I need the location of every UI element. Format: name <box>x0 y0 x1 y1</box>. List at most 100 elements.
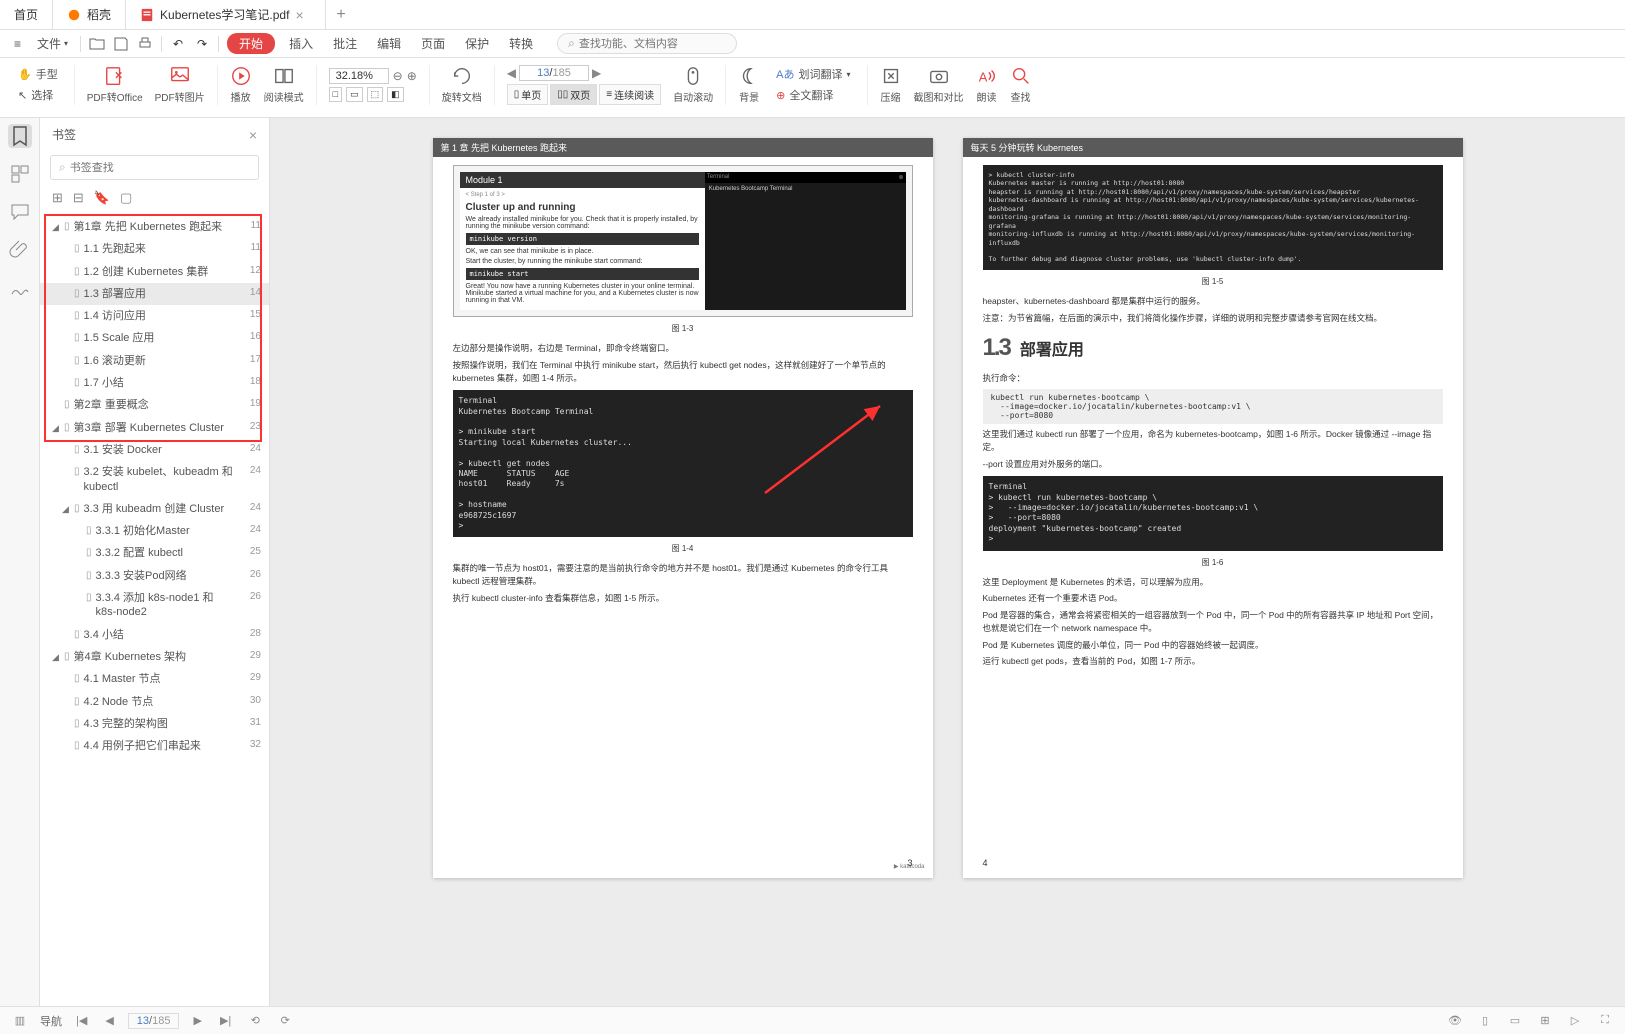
tab-home[interactable]: 首页 <box>0 0 53 29</box>
document-viewport[interactable]: 第 1 章 先把 Kubernetes 跑起来 Module 1 < Step … <box>270 118 1625 1006</box>
open-icon[interactable] <box>89 36 105 52</box>
screenshot-button[interactable]: 截图和对比 <box>910 65 968 104</box>
search-box[interactable]: ⌕ <box>557 33 737 54</box>
read-mode[interactable]: 阅读模式 <box>260 65 308 104</box>
fit-page-icon[interactable]: ▭ <box>346 87 363 102</box>
bookmark-item[interactable]: ▯3.3.4 添加 k8s-node1 和 k8s-node226 <box>40 587 269 624</box>
hand-tool[interactable]: ✋手型 <box>14 65 62 83</box>
comment-panel-icon[interactable] <box>8 200 32 224</box>
expand-toggle-icon[interactable]: ◢ <box>52 652 62 663</box>
bookmark-item[interactable]: ▯3.3.3 安装Pod网络26 <box>40 565 269 587</box>
back-icon[interactable]: ⟲ <box>245 1011 265 1031</box>
bookmark-item[interactable]: ◢▯第4章 Kubernetes 架构29 <box>40 646 269 668</box>
nav-label[interactable]: 导航 <box>40 1013 62 1029</box>
thumbnail-panel-icon[interactable] <box>8 162 32 186</box>
attachment-panel-icon[interactable] <box>8 238 32 262</box>
bookmark-item[interactable]: ▯1.5 Scale 应用16 <box>40 327 269 349</box>
bookmark-item[interactable]: ▯第2章 重要概念19 <box>40 394 269 416</box>
menu-page[interactable]: 页面 <box>415 33 451 54</box>
bookmark-item[interactable]: ▯1.4 访问应用15 <box>40 305 269 327</box>
page-indicator[interactable]: 13/185 <box>128 1013 180 1029</box>
bookmark-item[interactable]: ▯3.1 安装 Docker24 <box>40 439 269 461</box>
sidebar-toggle-icon[interactable]: ▥ <box>10 1011 30 1031</box>
full-translate[interactable]: ⊕全文翻译 <box>772 86 837 104</box>
bookmark-search-input[interactable] <box>70 162 250 174</box>
bookmark-item[interactable]: ▯1.6 滚动更新17 <box>40 350 269 372</box>
play-icon[interactable]: ▷ <box>1565 1011 1585 1031</box>
double-page-btn[interactable]: ▯▯ 双页 <box>550 84 597 105</box>
redo-icon[interactable]: ↷ <box>194 36 210 52</box>
menu-edit[interactable]: 编辑 <box>371 33 407 54</box>
fit-visible-icon[interactable]: ◧ <box>387 87 404 102</box>
undo-icon[interactable]: ↶ <box>170 36 186 52</box>
search-input[interactable] <box>579 38 726 50</box>
prev-page-icon[interactable]: ◀ <box>101 1014 117 1027</box>
bookmark-item[interactable]: ▯4.1 Master 节点29 <box>40 668 269 690</box>
bookmark-item[interactable]: ▯3.3.1 初始化Master24 <box>40 520 269 542</box>
bookmark-item[interactable]: ▯4.2 Node 节点30 <box>40 691 269 713</box>
bookmark-panel-icon[interactable] <box>8 124 32 148</box>
bookmark-item[interactable]: ▯3.3.2 配置 kubectl25 <box>40 542 269 564</box>
bookmark-search[interactable]: ⌕ <box>50 155 259 180</box>
bookmark-item[interactable]: ◢▯3.3 用 kubeadm 创建 Cluster24 <box>40 498 269 520</box>
bookmark-outline-icon[interactable]: ▢ <box>120 190 132 206</box>
bookmark-item[interactable]: ▯1.7 小结18 <box>40 372 269 394</box>
bookmark-item[interactable]: ▯4.3 完整的架构图31 <box>40 713 269 735</box>
expand-toggle-icon[interactable]: ◢ <box>52 222 62 233</box>
pdf-to-image[interactable]: PDF转图片 <box>151 65 209 104</box>
menu-annotate[interactable]: 批注 <box>327 33 363 54</box>
sidebar-close-icon[interactable]: × <box>249 127 257 143</box>
zoom-value[interactable]: 32.18% <box>329 68 389 84</box>
bg-button[interactable]: 背景 <box>734 65 764 104</box>
bookmark-item[interactable]: ◢▯第1章 先把 Kubernetes 跑起来11 <box>40 216 269 238</box>
fit-width-icon[interactable]: □ <box>329 87 342 102</box>
menu-protect[interactable]: 保护 <box>459 33 495 54</box>
word-translate[interactable]: Aあ划词翻译 ▾ <box>772 65 854 83</box>
pdf-to-office[interactable]: PDF转Office <box>83 65 147 104</box>
single-page-btn[interactable]: ▯ 单页 <box>507 84 549 105</box>
bookmark-item[interactable]: ▯3.4 小结28 <box>40 624 269 646</box>
page-input[interactable]: 13/185 <box>519 65 589 81</box>
expand-toggle-icon[interactable]: ◢ <box>62 504 72 515</box>
bookmark-item[interactable]: ▯1.1 先跑起来11 <box>40 238 269 260</box>
last-page-icon[interactable]: ▶| <box>216 1014 235 1027</box>
tab-docer[interactable]: 稻壳 <box>53 0 126 29</box>
menu-insert[interactable]: 插入 <box>283 33 319 54</box>
layout2-icon[interactable]: ▭ <box>1505 1011 1525 1031</box>
menu-icon[interactable]: ≡ <box>10 35 25 53</box>
actual-size-icon[interactable]: ⬚ <box>367 87 384 102</box>
expand-toggle-icon[interactable]: ◢ <box>52 423 62 434</box>
rotate-button[interactable]: 旋转文档 <box>438 65 486 104</box>
save-icon[interactable] <box>113 36 129 52</box>
prev-page-icon[interactable]: ◀ <box>507 66 516 80</box>
zoom-out-icon[interactable]: ⊖ <box>393 69 403 83</box>
read-aloud-button[interactable]: A 朗读 <box>972 65 1002 104</box>
layout1-icon[interactable]: ▯ <box>1475 1011 1495 1031</box>
select-tool[interactable]: ↖选择 <box>14 86 57 104</box>
next-page-icon[interactable]: ▶ <box>189 1014 205 1027</box>
expand-all-icon[interactable]: ⊞ <box>52 190 63 206</box>
add-bookmark-icon[interactable]: 🔖 <box>94 190 110 206</box>
bookmark-item[interactable]: ▯4.4 用例子把它们串起来32 <box>40 735 269 757</box>
file-menu[interactable]: 文件 ▾ <box>33 33 72 54</box>
eye-icon[interactable]: 👁 <box>1445 1011 1465 1031</box>
zoom-in-icon[interactable]: ⊕ <box>407 69 417 83</box>
menu-convert[interactable]: 转换 <box>503 33 539 54</box>
print-icon[interactable] <box>137 36 153 52</box>
find-button[interactable]: 查找 <box>1006 65 1036 104</box>
signature-panel-icon[interactable] <box>8 276 32 300</box>
close-icon[interactable]: × <box>295 7 303 23</box>
forward-icon[interactable]: ⟳ <box>275 1011 295 1031</box>
bookmark-item[interactable]: ▯3.2 安装 kubelet、kubeadm 和 kubectl24 <box>40 461 269 498</box>
bookmark-item[interactable]: ▯1.2 创建 Kubernetes 集群12 <box>40 261 269 283</box>
layout3-icon[interactable]: ⊞ <box>1535 1011 1555 1031</box>
next-page-icon[interactable]: ▶ <box>592 66 601 80</box>
tab-add-button[interactable]: + <box>326 0 356 29</box>
auto-scroll[interactable]: 自动滚动 <box>669 65 717 104</box>
continuous-btn[interactable]: ≡ 连续阅读 <box>599 84 661 105</box>
first-page-icon[interactable]: |◀ <box>72 1014 91 1027</box>
compress-button[interactable]: 压缩 <box>876 65 906 104</box>
bookmark-item[interactable]: ◢▯第3章 部署 Kubernetes Cluster23 <box>40 417 269 439</box>
fullscreen-icon[interactable]: ⛶ <box>1595 1011 1615 1031</box>
play-button[interactable]: 播放 <box>226 65 256 104</box>
